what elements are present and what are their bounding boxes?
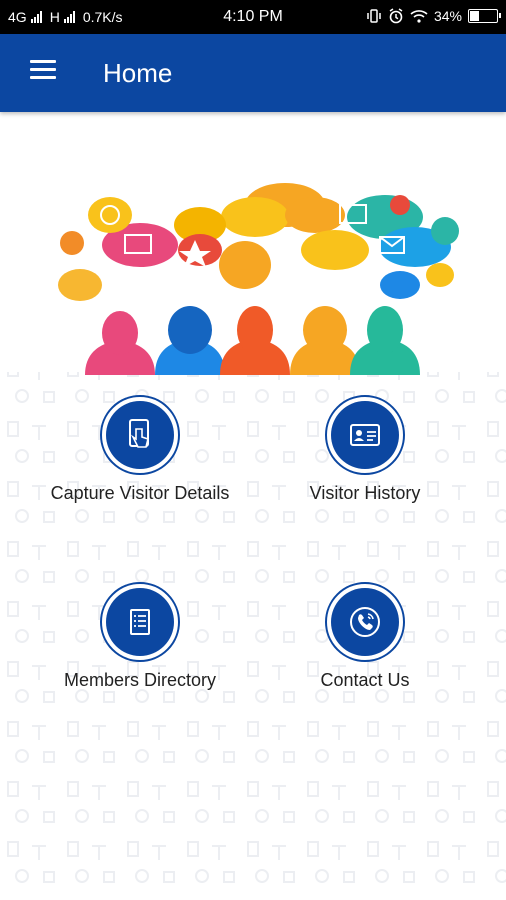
status-right: 34% xyxy=(366,8,501,24)
members-directory-button[interactable]: Members Directory xyxy=(30,582,250,722)
visitor-history-button[interactable]: Visitor History xyxy=(255,395,475,535)
tile-label: Members Directory xyxy=(63,670,217,690)
tile-circle xyxy=(325,582,405,662)
battery-percent: 34% xyxy=(433,8,462,24)
hamburger-menu-icon[interactable] xyxy=(30,60,58,86)
wifi-icon xyxy=(410,10,428,23)
contact-us-button[interactable]: Contact Us xyxy=(255,582,475,722)
tablet-touch-icon xyxy=(106,401,174,469)
social-people-chat-illustration xyxy=(58,183,459,375)
app-bar: Home xyxy=(0,34,506,112)
battery-fill xyxy=(470,11,479,21)
list-book-icon xyxy=(106,588,174,656)
battery-icon xyxy=(468,9,501,23)
tile-label: Contact Us xyxy=(320,670,410,690)
page-title: Home xyxy=(103,58,173,88)
tile-circle xyxy=(100,582,180,662)
vibrate-icon xyxy=(367,9,381,23)
tile-label: Visitor History xyxy=(309,483,421,503)
tile-circle xyxy=(325,395,405,475)
status-bar: 4G H 0.7K/s 4:10 PM 34% xyxy=(0,0,506,34)
phone-call-icon xyxy=(331,588,399,656)
id-card-icon xyxy=(331,401,399,469)
tile-label: Capture Visitor Details xyxy=(50,483,230,503)
tile-circle xyxy=(100,395,180,475)
alarm-icon xyxy=(389,8,403,24)
capture-visitor-details-button[interactable]: Capture Visitor Details xyxy=(30,395,250,535)
